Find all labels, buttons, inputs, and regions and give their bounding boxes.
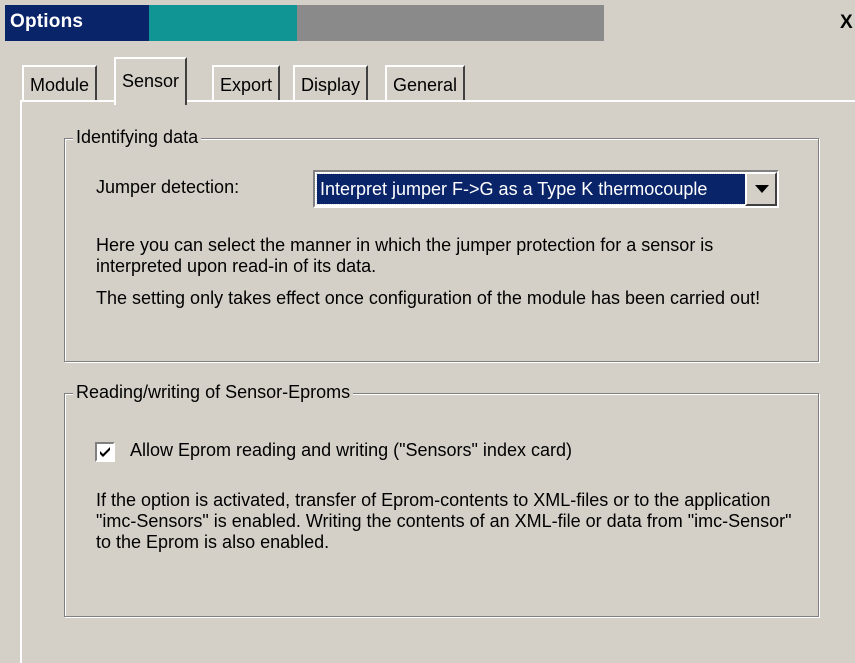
group-legend: Identifying data [73, 127, 202, 148]
title-bar-segment [297, 5, 604, 41]
tab-module[interactable]: Module [22, 65, 98, 101]
tab-label: Module [30, 75, 90, 95]
title-bar: Options X [0, 0, 855, 44]
close-icon[interactable]: X [840, 13, 855, 32]
window-frame [0, 44, 5, 663]
allow-eprom-label[interactable]: Allow Eprom reading and writing ("Sensor… [130, 440, 572, 461]
jumper-detection-value: Interpret jumper F->G as a Type K thermo… [316, 173, 746, 205]
chevron-down-icon[interactable] [745, 172, 777, 206]
title-bar-segment [149, 5, 297, 41]
eprom-description: If the option is activated, transfer of … [96, 490, 792, 552]
tab-sensor[interactable]: Sensor [114, 57, 188, 105]
tab-general[interactable]: General [385, 65, 466, 101]
window-title: Options [10, 11, 84, 32]
jumper-description: Here you can select the manner in which … [96, 235, 714, 276]
jumper-detection-select[interactable]: Interpret jumper F->G as a Type K thermo… [313, 170, 779, 208]
allow-eprom-checkbox[interactable] [95, 442, 115, 462]
tab-export[interactable]: Export [212, 65, 281, 101]
tab-label: Export [220, 75, 273, 95]
group-legend: Reading/writing of Sensor-Eproms [73, 382, 354, 403]
tab-label: Display [301, 75, 361, 95]
tab-label: Sensor [122, 71, 180, 91]
checkmark-icon [100, 447, 110, 457]
tab-display[interactable]: Display [293, 65, 369, 101]
jumper-detection-label: Jumper detection: [96, 177, 240, 197]
tab-label: General [393, 75, 458, 95]
jumper-note: The setting only takes effect once confi… [96, 288, 761, 308]
